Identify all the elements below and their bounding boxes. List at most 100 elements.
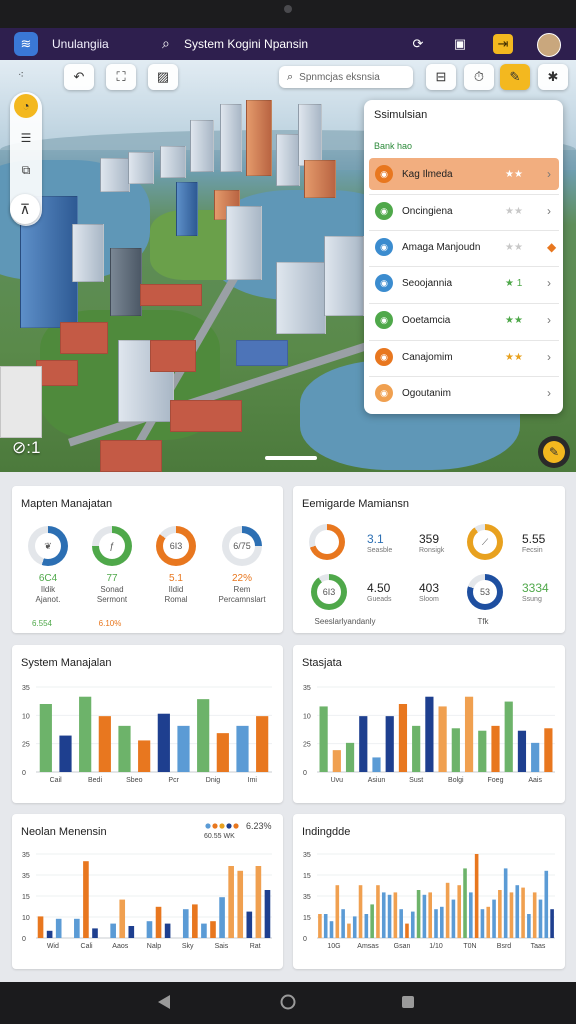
bar[interactable] xyxy=(216,733,229,772)
bar[interactable] xyxy=(237,870,244,938)
bar[interactable] xyxy=(550,909,554,938)
bar[interactable] xyxy=(385,716,394,772)
bar[interactable] xyxy=(451,728,460,772)
bar[interactable] xyxy=(480,909,485,938)
bar[interactable] xyxy=(246,911,253,938)
panel-list-item[interactable]: ◉ Kag Ilmeda ★★ › xyxy=(369,158,559,190)
minimize-icon[interactable]: ⊟ xyxy=(426,64,456,90)
bar[interactable] xyxy=(517,730,527,772)
bar[interactable] xyxy=(164,923,171,938)
bar[interactable] xyxy=(486,906,491,938)
bar[interactable] xyxy=(521,887,525,938)
panel-list-item[interactable]: ◉ Oncingiena ★★ › xyxy=(369,194,559,227)
bar[interactable] xyxy=(445,882,450,938)
bar[interactable] xyxy=(405,923,409,938)
bar[interactable] xyxy=(451,899,456,938)
bar[interactable] xyxy=(118,725,131,772)
bar[interactable] xyxy=(219,897,225,938)
back-icon[interactable] xyxy=(156,994,172,1010)
tools-icon[interactable]: ✱ xyxy=(538,64,568,90)
bar[interactable] xyxy=(544,728,553,772)
bar[interactable] xyxy=(192,904,198,938)
bar[interactable] xyxy=(201,923,207,938)
bar[interactable] xyxy=(138,740,151,772)
bar[interactable] xyxy=(372,757,381,772)
undo-icon[interactable]: ↶ xyxy=(64,64,94,90)
bar[interactable] xyxy=(399,909,403,938)
bar[interactable] xyxy=(440,906,444,938)
exit-icon[interactable]: ⇥ xyxy=(493,34,513,54)
bar[interactable] xyxy=(438,706,447,772)
bar[interactable] xyxy=(146,921,153,938)
bar[interactable] xyxy=(410,911,415,938)
list-icon[interactable]: ☰ xyxy=(14,126,38,150)
bar[interactable] xyxy=(398,704,408,772)
search-icon[interactable]: ⌕ xyxy=(162,35,170,52)
bar[interactable] xyxy=(228,866,234,938)
panel-list-item[interactable]: ◉ Amaga Manjoudn ★★ ◆ xyxy=(369,230,559,263)
edit-icon[interactable]: ✎ xyxy=(500,64,530,90)
bar[interactable] xyxy=(323,914,328,938)
bar[interactable] xyxy=(492,899,496,938)
scene-search-input[interactable]: ⌕ Spnmcjas eksnsia xyxy=(279,66,413,88)
bar[interactable] xyxy=(412,725,421,772)
bar[interactable] xyxy=(255,866,262,938)
bar[interactable] xyxy=(197,699,210,772)
bar[interactable] xyxy=(335,885,340,938)
bar[interactable] xyxy=(463,868,467,938)
bar[interactable] xyxy=(119,899,126,938)
bar[interactable] xyxy=(464,696,474,772)
bar[interactable] xyxy=(478,730,487,772)
timer-icon[interactable]: ⏱ xyxy=(464,64,494,90)
bar[interactable] xyxy=(544,870,549,938)
bar[interactable] xyxy=(74,918,80,938)
calendar-icon[interactable]: ▣ xyxy=(450,34,470,54)
bar[interactable] xyxy=(345,742,355,772)
bar[interactable] xyxy=(491,725,500,772)
bar[interactable] xyxy=(83,861,89,938)
bar[interactable] xyxy=(347,923,351,938)
bar[interactable] xyxy=(393,892,398,938)
bar[interactable] xyxy=(498,890,502,938)
bar[interactable] xyxy=(509,892,514,938)
bar[interactable] xyxy=(504,701,513,772)
bar[interactable] xyxy=(236,725,249,772)
bar[interactable] xyxy=(110,923,116,938)
bar[interactable] xyxy=(55,918,62,938)
bar[interactable] xyxy=(98,716,111,772)
bar[interactable] xyxy=(329,921,334,938)
bar[interactable] xyxy=(469,892,473,938)
bar[interactable] xyxy=(210,921,216,938)
bar[interactable] xyxy=(428,892,432,938)
bar[interactable] xyxy=(46,930,53,938)
bar[interactable] xyxy=(515,885,520,938)
bar[interactable] xyxy=(434,909,438,938)
bar[interactable] xyxy=(318,914,322,938)
bar[interactable] xyxy=(155,906,162,938)
bar[interactable] xyxy=(37,916,44,938)
bar[interactable] xyxy=(352,916,357,938)
panel-list-item[interactable]: ◉ Seoojannia ★ 1 › xyxy=(369,266,559,299)
panel-list-item[interactable]: ◉ Ooetamcia ★★ › xyxy=(369,303,559,336)
panel-list-item[interactable]: ◉ Canajomim ★★ › xyxy=(369,340,559,373)
bar[interactable] xyxy=(79,696,92,772)
bar[interactable] xyxy=(370,904,374,938)
panel-list-item[interactable]: ◉ Ogoutanim › xyxy=(369,376,559,409)
app-logo-icon[interactable]: ≋ xyxy=(14,32,38,56)
compass-icon[interactable]: ⊼ xyxy=(10,194,40,224)
bar[interactable] xyxy=(359,716,368,772)
bar[interactable] xyxy=(157,713,170,772)
bar[interactable] xyxy=(503,868,508,938)
recents-icon[interactable] xyxy=(400,994,416,1010)
frame-icon[interactable]: ⛶ xyxy=(106,64,136,90)
image-icon[interactable]: ▨ xyxy=(148,64,178,90)
layers-icon[interactable]: ⧉ xyxy=(14,158,38,182)
action-button[interactable]: ✎ xyxy=(538,436,570,468)
home-icon[interactable] xyxy=(280,994,296,1010)
menu-dots-icon[interactable]: ⁖ xyxy=(18,70,24,81)
bar[interactable] xyxy=(376,885,380,938)
bar[interactable] xyxy=(39,704,52,772)
bar[interactable] xyxy=(358,885,363,938)
bar[interactable] xyxy=(319,706,328,772)
bar[interactable] xyxy=(532,892,537,938)
